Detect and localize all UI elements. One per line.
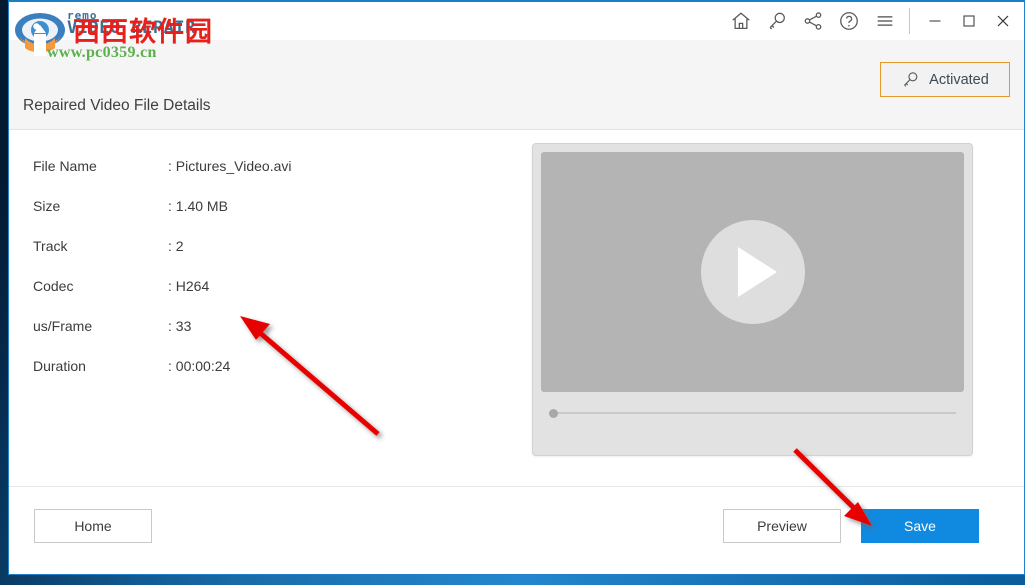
activated-key-icon xyxy=(904,72,918,87)
scrubber-track xyxy=(549,412,956,414)
detail-value: : 2 xyxy=(168,238,184,254)
activated-label: Activated xyxy=(929,71,989,88)
close-button[interactable] xyxy=(986,4,1020,38)
detail-row-size: Size : 1.40 MB xyxy=(33,198,519,238)
detail-label: Size xyxy=(33,198,61,214)
desktop-background: remo VIDEO REPAIR 西西软件园 www.pc0359.cn Re… xyxy=(0,0,1025,585)
detail-value: : 33 xyxy=(168,318,192,334)
detail-value: : H264 xyxy=(168,278,210,294)
detail-row-duration: Duration : 00:00:24 xyxy=(33,358,519,398)
maximize-button[interactable] xyxy=(952,4,986,38)
file-details-pane: File Name : Pictures_Video.avi Size : 1.… xyxy=(9,130,519,486)
detail-value: : Pictures_Video.avi xyxy=(168,158,292,174)
detail-row-codec: Codec : H264 xyxy=(33,278,519,318)
detail-label: us/Frame xyxy=(33,318,93,334)
video-player-frame xyxy=(532,143,973,456)
play-triangle-icon xyxy=(738,247,777,297)
detail-label: Track xyxy=(33,238,68,254)
video-preview-pane xyxy=(519,130,1024,486)
detail-label: File Name xyxy=(33,158,97,174)
footer-bar: Home Preview Save xyxy=(9,486,1024,574)
detail-value: : 00:00:24 xyxy=(168,358,231,374)
titlebar-divider xyxy=(909,8,910,34)
detail-row-file-name: File Name : Pictures_Video.avi xyxy=(33,158,519,198)
scrubber-handle[interactable] xyxy=(549,408,558,418)
detail-label: Duration xyxy=(33,358,86,374)
help-icon[interactable] xyxy=(831,4,867,38)
video-screen[interactable] xyxy=(541,152,964,392)
footer-right-group: Preview Save xyxy=(723,509,979,543)
menu-icon[interactable] xyxy=(867,4,903,38)
title-bar xyxy=(9,2,1024,40)
page-title: Repaired Video File Details xyxy=(23,97,211,114)
detail-value: : 1.40 MB xyxy=(168,198,228,214)
detail-row-us-per-frame: us/Frame : 33 xyxy=(33,318,519,358)
home-icon[interactable] xyxy=(723,4,759,38)
main-content: File Name : Pictures_Video.avi Size : 1.… xyxy=(9,130,1024,486)
detail-row-track: Track : 2 xyxy=(33,238,519,278)
play-button-icon[interactable] xyxy=(700,220,805,324)
home-button[interactable]: Home xyxy=(34,509,152,543)
application-window: remo VIDEO REPAIR 西西软件园 www.pc0359.cn Re… xyxy=(8,0,1025,575)
footer-left-group: Home xyxy=(34,509,152,543)
preview-button[interactable]: Preview xyxy=(723,509,841,543)
save-button[interactable]: Save xyxy=(861,509,979,543)
video-scrubber[interactable] xyxy=(549,406,956,420)
share-icon[interactable] xyxy=(795,4,831,38)
activated-button[interactable]: Activated xyxy=(880,62,1010,97)
key-icon[interactable] xyxy=(759,4,795,38)
header-band: Repaired Video File Details Activated xyxy=(9,40,1024,130)
detail-label: Codec xyxy=(33,278,74,294)
minimize-button[interactable] xyxy=(918,4,952,38)
